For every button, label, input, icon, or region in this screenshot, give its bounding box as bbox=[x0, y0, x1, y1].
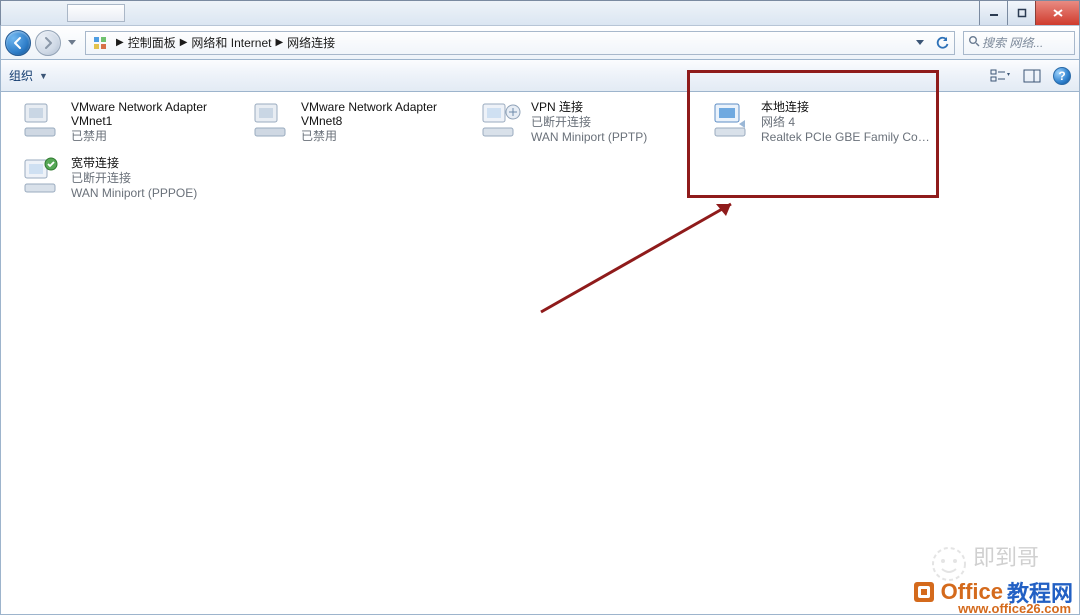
help-button[interactable]: ? bbox=[1053, 67, 1071, 85]
close-button[interactable] bbox=[1035, 1, 1079, 25]
connection-device: Realtek PCIe GBE Family Contr... bbox=[761, 130, 931, 144]
chevron-down-icon: ▼ bbox=[39, 71, 48, 81]
ethernet-connection-icon bbox=[709, 98, 753, 142]
address-dropdown-button[interactable] bbox=[910, 33, 930, 53]
connection-device: WAN Miniport (PPTP) bbox=[531, 130, 647, 144]
connection-status: 已禁用 bbox=[301, 129, 437, 143]
breadcrumb-item[interactable]: 网络连接 bbox=[287, 34, 335, 51]
address-bar[interactable]: ▶ 控制面板 ▶ 网络和 Internet ▶ 网络连接 bbox=[85, 31, 955, 55]
watermark-avatar bbox=[929, 544, 969, 584]
refresh-button[interactable] bbox=[932, 33, 952, 53]
watermark-url: www.office26.com bbox=[958, 601, 1071, 615]
connection-name-line2: VMnet1 bbox=[71, 114, 207, 128]
annotation-arrow bbox=[531, 192, 761, 322]
control-panel-icon bbox=[92, 35, 108, 51]
preview-pane-button[interactable] bbox=[1021, 65, 1043, 87]
search-placeholder: 搜索 网络... bbox=[982, 34, 1070, 51]
connection-name-line2: VMnet8 bbox=[301, 114, 437, 128]
connection-item-vmnet1[interactable]: VMware Network Adapter VMnet1 已禁用 bbox=[19, 98, 229, 143]
connection-name: VMware Network Adapter bbox=[71, 100, 207, 114]
connection-device: WAN Miniport (PPPOE) bbox=[71, 186, 197, 200]
connection-item-broadband[interactable]: 宽带连接 已断开连接 WAN Miniport (PPPOE) bbox=[19, 154, 229, 200]
content-area: VMware Network Adapter VMnet1 已禁用 VMware… bbox=[0, 92, 1080, 615]
breadcrumb-separator-icon: ▶ bbox=[180, 37, 188, 48]
window-titlebar bbox=[0, 0, 1080, 26]
watermark-name: 即到哥 bbox=[973, 540, 1039, 572]
maximize-button[interactable] bbox=[1007, 1, 1035, 25]
search-input[interactable]: 搜索 网络... bbox=[963, 31, 1075, 55]
breadcrumb-item[interactable]: 网络和 Internet bbox=[191, 34, 271, 51]
connection-name: 本地连接 bbox=[761, 100, 931, 114]
search-icon bbox=[968, 35, 980, 50]
connection-item-vmnet8[interactable]: VMware Network Adapter VMnet8 已禁用 bbox=[249, 98, 459, 143]
command-bar: 组织 ▼ ? bbox=[0, 60, 1080, 92]
connection-item-local[interactable]: 本地连接 网络 4 Realtek PCIe GBE Family Contr.… bbox=[709, 98, 919, 144]
view-options-button[interactable] bbox=[989, 65, 1011, 87]
nav-back-button[interactable] bbox=[5, 30, 31, 56]
network-adapter-disabled-icon bbox=[249, 98, 293, 142]
vpn-connection-icon bbox=[479, 98, 523, 142]
nav-row: ▶ 控制面板 ▶ 网络和 Internet ▶ 网络连接 搜索 网络... bbox=[0, 26, 1080, 60]
connection-name: VPN 连接 bbox=[531, 100, 647, 114]
connection-name: VMware Network Adapter bbox=[301, 100, 437, 114]
connection-name: 宽带连接 bbox=[71, 156, 197, 170]
nav-history-dropdown[interactable] bbox=[65, 30, 79, 56]
connection-status: 已禁用 bbox=[71, 129, 207, 143]
connection-status: 已断开连接 bbox=[71, 171, 197, 185]
breadcrumb-separator-icon: ▶ bbox=[275, 37, 283, 48]
breadcrumb-separator-icon: ▶ bbox=[116, 37, 124, 48]
minimize-button[interactable] bbox=[979, 1, 1007, 25]
organize-button[interactable]: 组织 bbox=[9, 67, 33, 84]
breadcrumb-item[interactable]: 控制面板 bbox=[128, 34, 176, 51]
network-adapter-disabled-icon bbox=[19, 98, 63, 142]
broadband-connection-icon bbox=[19, 154, 63, 198]
connection-status: 已断开连接 bbox=[531, 115, 647, 129]
connection-status: 网络 4 bbox=[761, 115, 931, 129]
connection-item-vpn[interactable]: VPN 连接 已断开连接 WAN Miniport (PPTP) bbox=[479, 98, 689, 144]
titlebar-thumbnail bbox=[67, 4, 125, 22]
window-buttons bbox=[979, 1, 1079, 25]
nav-forward-button[interactable] bbox=[35, 30, 61, 56]
